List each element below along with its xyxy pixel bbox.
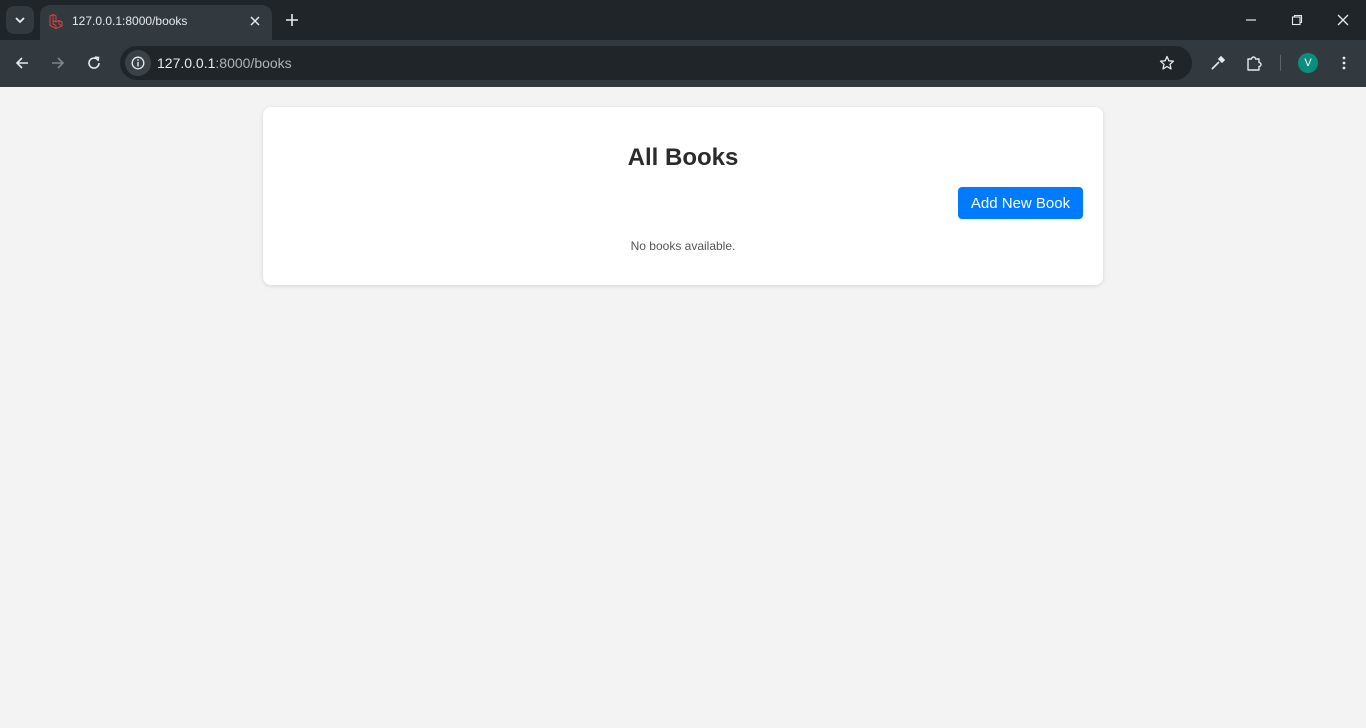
- profile-avatar[interactable]: V: [1298, 53, 1318, 73]
- arrow-left-icon: [15, 57, 28, 69]
- puzzle-icon: [1247, 56, 1262, 71]
- url-host: 127.0.0.1: [157, 55, 216, 71]
- browser-toolbar: 127.0.0.1:8000/books V: [0, 40, 1366, 87]
- empty-state-message: No books available.: [630, 239, 736, 253]
- back-button[interactable]: [11, 52, 33, 74]
- minimize-icon: [1246, 19, 1256, 21]
- address-bar[interactable]: 127.0.0.1:8000/books: [120, 46, 1192, 80]
- minimize-button[interactable]: [1241, 10, 1261, 30]
- restore-button[interactable]: [1287, 10, 1307, 30]
- close-icon: [250, 16, 260, 26]
- add-new-book-button[interactable]: Add New Book: [958, 187, 1083, 219]
- info-icon: [131, 56, 145, 70]
- arrow-right-icon: [52, 57, 65, 69]
- plus-icon: [286, 14, 298, 26]
- browser-menu-button[interactable]: [1333, 52, 1355, 74]
- tab-title: 127.0.0.1:8000/books: [72, 14, 188, 28]
- url-text[interactable]: 127.0.0.1:8000/books: [157, 55, 292, 71]
- forward-button[interactable]: [47, 52, 69, 74]
- page-viewport: All Books Add New Book No books availabl…: [0, 87, 1366, 728]
- close-icon: [1337, 14, 1349, 26]
- page-title: All Books: [627, 144, 739, 171]
- toolbar-divider: [1280, 55, 1281, 71]
- reload-button[interactable]: [83, 52, 105, 74]
- site-info-button[interactable]: [125, 50, 151, 76]
- close-tab-button[interactable]: [246, 12, 264, 30]
- restore-icon: [1291, 14, 1303, 26]
- bookmark-button[interactable]: [1157, 53, 1177, 73]
- laravel-icon: [49, 14, 63, 29]
- browser-tab-strip: 127.0.0.1:8000/books: [0, 0, 1366, 40]
- eyedropper-button[interactable]: [1207, 52, 1229, 74]
- books-card: All Books Add New Book No books availabl…: [263, 107, 1103, 285]
- reload-icon: [88, 56, 100, 69]
- eyedropper-icon: [1210, 55, 1226, 71]
- extensions-button[interactable]: [1243, 52, 1265, 74]
- url-path: :8000/books: [215, 55, 292, 71]
- chevron-down-icon: [15, 17, 25, 24]
- close-window-button[interactable]: [1333, 10, 1353, 30]
- browser-tab[interactable]: 127.0.0.1:8000/books: [40, 5, 272, 40]
- more-vertical-icon: [1342, 56, 1346, 70]
- star-icon: [1159, 55, 1175, 70]
- new-tab-button[interactable]: [282, 10, 302, 30]
- tab-search-button[interactable]: [6, 6, 34, 34]
